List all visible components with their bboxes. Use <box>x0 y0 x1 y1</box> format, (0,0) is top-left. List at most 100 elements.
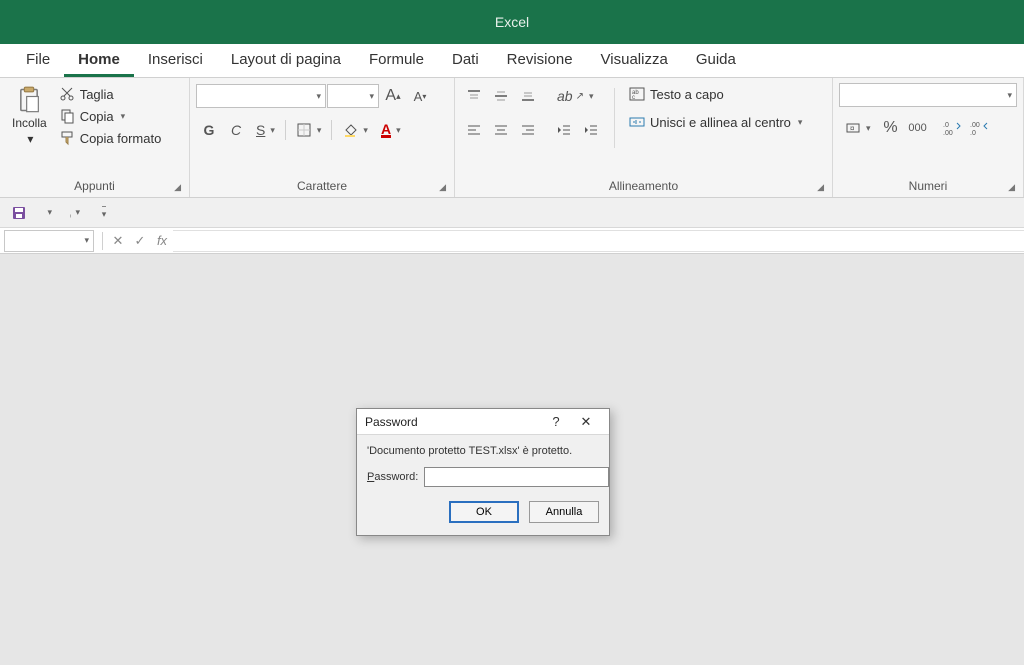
merge-center-button[interactable]: Unisci e allinea al centro ▾ <box>625 112 806 132</box>
svg-text:.0: .0 <box>970 130 976 136</box>
format-painter-button[interactable]: Copia formato <box>55 128 166 148</box>
name-box[interactable]: ▾ <box>4 230 94 252</box>
cancel-button[interactable]: Annulla <box>529 501 599 523</box>
cut-button[interactable]: Taglia <box>55 84 166 104</box>
decrease-decimal-button[interactable]: .00.0 <box>966 115 992 141</box>
fill-color-button[interactable]: ▾ <box>336 117 374 143</box>
chevron-down-icon: ▾ <box>47 207 52 218</box>
bucket-icon <box>342 122 358 138</box>
align-center-button[interactable] <box>488 117 514 143</box>
dialog-launcher-icon[interactable]: ◢ <box>1008 182 1015 193</box>
number-format-combo[interactable]: ▾ <box>839 83 1017 107</box>
group-label-alignment: Allineamento ◢ <box>461 177 826 195</box>
formula-input[interactable] <box>173 230 1024 252</box>
fx-button[interactable]: fx <box>151 230 173 252</box>
tab-formulas[interactable]: Formule <box>355 44 438 77</box>
increase-decimal-button[interactable]: .0.00 <box>939 115 965 141</box>
enter-formula-button[interactable]: ✓ <box>129 230 151 252</box>
format-painter-label: Copia formato <box>80 131 162 146</box>
decrease-indent-button[interactable] <box>551 117 577 143</box>
dialog-body: 'Documento protetto TEST.xlsx' è protett… <box>357 435 609 535</box>
italic-button[interactable]: C <box>223 117 249 143</box>
bold-button[interactable]: G <box>196 117 222 143</box>
chevron-down-icon: ▾ <box>75 207 80 218</box>
chevron-down-icon: ▾ <box>317 125 322 136</box>
decrease-font-button[interactable]: A▾ <box>407 83 433 109</box>
increase-indent-button[interactable] <box>578 117 604 143</box>
align-right-button[interactable] <box>515 117 541 143</box>
separator <box>331 120 332 140</box>
svg-text:c: c <box>632 95 635 101</box>
separator <box>102 232 103 250</box>
clipboard-icon <box>15 86 43 114</box>
svg-text:¤: ¤ <box>850 124 855 133</box>
wrap-label: Testo a capo <box>650 87 724 102</box>
align-middle-button[interactable] <box>488 83 514 109</box>
undo-button[interactable]: ▾ <box>36 202 58 224</box>
chevron-down-icon: ▾ <box>102 206 107 220</box>
password-input[interactable] <box>424 467 609 487</box>
tab-data[interactable]: Dati <box>438 44 493 77</box>
tab-insert[interactable]: Inserisci <box>134 44 217 77</box>
font-name-combo[interactable]: ▾ <box>196 84 326 108</box>
chevron-down-icon: ▾ <box>84 235 89 246</box>
paste-button[interactable]: Incolla ▾ <box>6 82 53 150</box>
chevron-down-icon: ▾ <box>363 125 368 136</box>
tab-view[interactable]: Visualizza <box>587 44 682 77</box>
ok-button[interactable]: OK <box>449 501 519 523</box>
formula-bar: ▾ ✕ ✓ fx <box>0 228 1024 254</box>
orientation-button[interactable]: ab↗▾ <box>551 83 600 109</box>
comma-style-button[interactable]: 000 <box>905 115 931 141</box>
align-top-button[interactable] <box>461 83 487 109</box>
percent-button[interactable]: % <box>878 115 904 141</box>
tab-review[interactable]: Revisione <box>493 44 587 77</box>
font-size-combo[interactable]: ▾ <box>327 84 379 108</box>
ribbon-tabs: File Home Inserisci Layout di pagina For… <box>0 44 1024 78</box>
copy-icon <box>59 108 75 124</box>
cut-label: Taglia <box>80 87 114 102</box>
orientation-icon: ab <box>557 88 573 104</box>
password-dialog: Password ? ✕ 'Documento protetto TEST.xl… <box>356 408 610 536</box>
help-button[interactable]: ? <box>541 414 571 429</box>
chevron-down-icon: ▾ <box>866 123 871 134</box>
tab-file[interactable]: File <box>12 44 64 77</box>
save-button[interactable] <box>8 202 30 224</box>
group-alignment: ab↗▾ abc Testo a capo <box>455 78 833 197</box>
ribbon: Incolla ▾ Taglia Copia ▾ Copia formato <box>0 78 1024 198</box>
group-number: ▾ ¤▾ % 000 .0.00 .00.0 Numeri ◢ <box>833 78 1024 197</box>
dialog-launcher-icon[interactable]: ◢ <box>174 182 181 193</box>
copy-button[interactable]: Copia ▾ <box>55 106 166 126</box>
align-left-button[interactable] <box>461 117 487 143</box>
tab-home[interactable]: Home <box>64 44 134 77</box>
qat-customize-button[interactable]: ▾ <box>92 202 114 224</box>
quick-access-toolbar: ▾ ▾ ▾ <box>0 198 1024 228</box>
close-button[interactable]: ✕ <box>571 414 601 430</box>
group-label-clipboard: Appunti ◢ <box>6 177 183 195</box>
chevron-down-icon: ▾ <box>316 91 321 102</box>
align-bottom-button[interactable] <box>515 83 541 109</box>
currency-icon: ¤ <box>845 120 861 136</box>
scissors-icon <box>59 86 75 102</box>
chevron-down-icon: ▾ <box>121 111 126 122</box>
increase-font-button[interactable]: A▴ <box>380 83 406 109</box>
underline-button[interactable]: S▾ <box>250 117 281 143</box>
chevron-down-icon: ▾ <box>589 91 594 102</box>
dialog-launcher-icon[interactable]: ◢ <box>439 182 446 193</box>
copy-label: Copia <box>80 109 114 124</box>
borders-button[interactable]: ▾ <box>290 117 328 143</box>
password-label: Password: <box>367 471 418 483</box>
svg-text:.0: .0 <box>943 122 949 129</box>
separator <box>614 88 615 148</box>
group-clipboard: Incolla ▾ Taglia Copia ▾ Copia formato <box>0 78 190 197</box>
chevron-down-icon: ▾ <box>396 125 401 136</box>
font-color-button[interactable]: A▾ <box>375 117 407 143</box>
cancel-formula-button[interactable]: ✕ <box>107 230 129 252</box>
tab-help[interactable]: Guida <box>682 44 750 77</box>
merge-label: Unisci e allinea al centro <box>650 115 791 130</box>
dialog-message: 'Documento protetto TEST.xlsx' è protett… <box>367 445 599 457</box>
dialog-launcher-icon[interactable]: ◢ <box>817 182 824 193</box>
wrap-text-button[interactable]: abc Testo a capo <box>625 84 806 104</box>
accounting-format-button[interactable]: ¤▾ <box>839 115 877 141</box>
tab-page-layout[interactable]: Layout di pagina <box>217 44 355 77</box>
redo-button[interactable]: ▾ <box>64 202 86 224</box>
